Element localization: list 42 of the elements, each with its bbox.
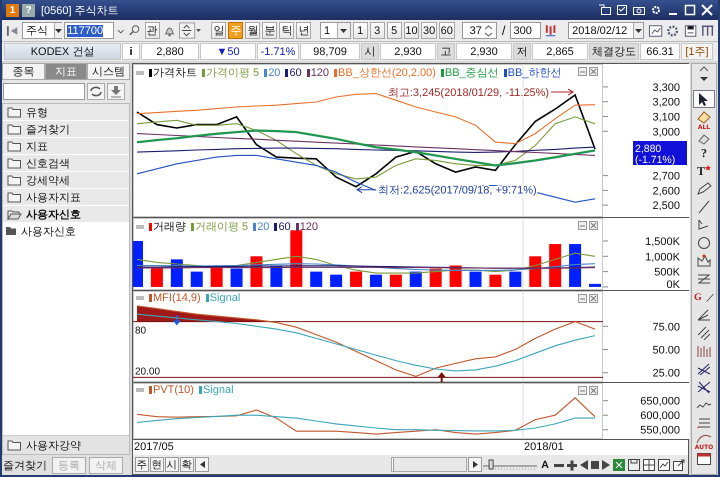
quote-value: 66.31 bbox=[640, 43, 680, 60]
axis-label: 1,000K bbox=[645, 251, 680, 264]
count-separator: / bbox=[502, 23, 506, 38]
quote-value: 2,930 bbox=[456, 43, 512, 60]
axis-label: 75.00 bbox=[652, 321, 680, 334]
date-axis-label: 2018/01 bbox=[523, 440, 564, 454]
current-change: (-1.71%) bbox=[635, 154, 676, 166]
current-price: 2,880 bbox=[635, 143, 662, 155]
window-title: [0560] 주식차트 bbox=[41, 4, 119, 18]
quote-label: 시 bbox=[361, 43, 379, 60]
quote-label: 저 bbox=[513, 43, 531, 60]
quote-label: 체결강도 bbox=[589, 43, 639, 60]
quote-value: 2,865 bbox=[532, 43, 588, 60]
current-price: 2,880 bbox=[141, 43, 199, 60]
stock-name: KODEX 건설 bbox=[4, 43, 121, 60]
high-price-note: 최고:3,245(2018/01/29, -11.25%) bbox=[388, 87, 550, 100]
axis-label: 500K bbox=[654, 266, 680, 279]
reference-label: 80 bbox=[135, 326, 146, 337]
trade-volume: 98,709 bbox=[300, 43, 360, 60]
axis-label: 550,000 bbox=[640, 424, 680, 437]
axis-label: 25.00 bbox=[652, 368, 680, 380]
quote-label: 고 bbox=[437, 43, 455, 60]
axis-label: 650,000 bbox=[640, 396, 680, 408]
axis-label: 3,000 bbox=[652, 126, 680, 138]
axis-label: 1,500K bbox=[645, 236, 680, 248]
app-badge: 1 bbox=[6, 4, 19, 16]
axis-label: 600,000 bbox=[640, 410, 680, 422]
reference-label: 20.00 bbox=[135, 366, 160, 378]
axis-label: 2,700 bbox=[652, 170, 680, 183]
change-percent: -1.71% bbox=[257, 43, 299, 60]
axis-label: 3,300 bbox=[652, 82, 680, 94]
price-change: ▼50 bbox=[200, 43, 256, 60]
axis-label: 3,100 bbox=[652, 111, 680, 124]
axis-label: 3,200 bbox=[652, 96, 680, 109]
quote-value: 2,930 bbox=[380, 43, 436, 60]
axis-label: 2,600 bbox=[652, 185, 680, 198]
favorites-label: 즐겨찾기 bbox=[3, 458, 47, 472]
date-axis-label: 2017/05 bbox=[133, 440, 174, 454]
unit-label: [1주] bbox=[681, 43, 713, 60]
axis-label: 50.00 bbox=[652, 344, 680, 356]
axis-label: 0K bbox=[666, 279, 680, 290]
axis-label: 2,500 bbox=[652, 200, 680, 212]
